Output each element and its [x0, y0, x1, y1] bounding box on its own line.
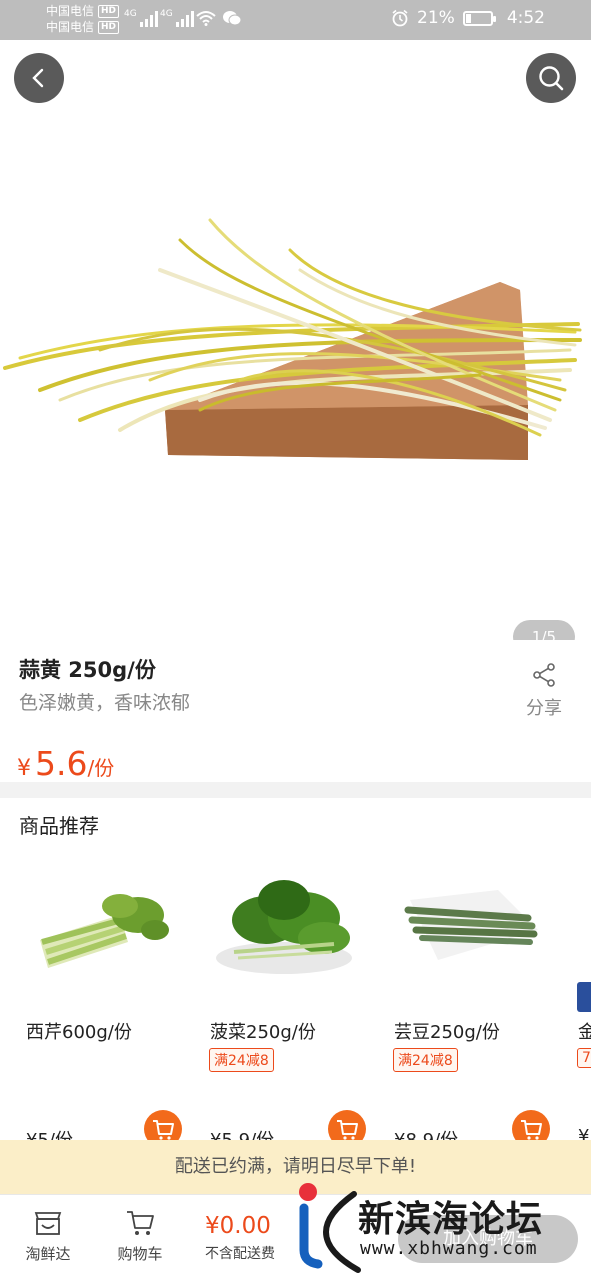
product-subtitle: 色泽嫩黄，香味浓郁 [19, 692, 191, 714]
delivery-notice: 配送已约满，请明日尽早下单! [0, 1140, 591, 1194]
recommend-item-name: 菠菜250g/份 [210, 1022, 316, 1043]
search-button[interactable] [526, 53, 576, 103]
recommend-item-name: 芸豆250g/份 [394, 1022, 500, 1043]
fee-note: 不含配送费 [205, 1246, 275, 1262]
tab-store[interactable]: 淘鲜达 [8, 1209, 88, 1264]
price-unit: /份 [87, 756, 115, 780]
promo-badge: 满24减8 [209, 1048, 274, 1072]
add-to-cart-main-button[interactable]: 加入购物车 [398, 1215, 578, 1263]
signal-icon-2: 4G [160, 9, 194, 27]
recommend-item-spinach[interactable]: 菠菜250g/份 满24减8 ¥5.9/份 [204, 860, 374, 1150]
cart-total: ¥0.00 不含配送费 [205, 1213, 275, 1263]
network-label-1: 4G [124, 9, 137, 19]
green-beans-photo [404, 890, 538, 960]
price-currency: ¥ [17, 756, 31, 781]
product-title: 蒜黄 250g/份 [19, 658, 156, 682]
cart-icon [127, 1211, 154, 1235]
recommend-item-celery[interactable]: 西芹600g/份 ¥5/份 [20, 860, 190, 1150]
share-label: 分享 [526, 698, 562, 719]
search-icon [539, 66, 564, 91]
partial-product-photo [577, 982, 591, 1012]
promo-badge: 7 [577, 1048, 591, 1068]
celery-photo [40, 894, 169, 968]
tab-cart-label: 购物车 [117, 1245, 163, 1263]
recommend-item-green-beans[interactable]: 芸豆250g/份 满24减8 ¥8.9/份 [388, 860, 558, 1150]
garlic-chives-photo [3, 218, 582, 460]
recommend-item-partial[interactable]: 金 7 ¥ [572, 860, 591, 1150]
section-divider [0, 782, 591, 798]
status-right: 21% 4:52 [391, 8, 545, 28]
share-icon [533, 663, 555, 687]
recommend-list[interactable]: 西芹600g/份 ¥5/份 菠菜250g/份 满24减8 ¥5.9/份 芸豆25… [0, 860, 591, 1150]
tab-cart[interactable]: 购物车 [100, 1209, 180, 1264]
store-icon [34, 1212, 62, 1235]
hd-badge-2: HD [98, 20, 120, 34]
carrier-info: 中国电信 HD 中国电信 HD [46, 3, 120, 35]
total-amount: ¥0.00 [205, 1213, 271, 1239]
battery-icon [462, 10, 496, 26]
product-price: ¥ 5.6 /份 [17, 744, 114, 783]
battery-fill [465, 13, 472, 23]
promo-badge: 满24减8 [393, 1048, 458, 1072]
back-button[interactable] [14, 53, 64, 103]
chevron-left-icon [32, 68, 44, 88]
wechat-icon [223, 11, 242, 26]
signal-icon-1: 4G [124, 9, 158, 27]
battery-percent: 21% [417, 8, 455, 28]
product-info: 蒜黄 250g/份 色泽嫩黄，香味浓郁 分享 ¥ 5.6 /份 [0, 640, 591, 783]
product-image[interactable]: 1/5 [0, 40, 591, 654]
recommend-item-name: 西芹600g/份 [26, 1022, 132, 1043]
carrier-1: 中国电信 [46, 4, 95, 18]
hd-badge-1: HD [98, 4, 120, 18]
share-button[interactable]: 分享 [520, 662, 568, 720]
bottom-bar: 淘鲜达 购物车 ¥0.00 不含配送费 加入购物车 [0, 1194, 591, 1280]
tab-store-label: 淘鲜达 [25, 1245, 71, 1263]
wifi-icon [196, 11, 216, 26]
recommend-title: 商品推荐 [19, 814, 99, 838]
recommend-item-name: 金 [578, 1022, 591, 1043]
spinach-photo [216, 880, 352, 974]
clock: 4:52 [506, 8, 545, 28]
price-value: 5.6 [35, 744, 88, 783]
alarm-icon [392, 9, 408, 27]
network-label-2: 4G [160, 9, 173, 19]
status-bar: 中国电信 HD 中国电信 HD 4G 4G 21% 4:52 [0, 0, 591, 40]
carrier-2: 中国电信 [46, 20, 95, 34]
